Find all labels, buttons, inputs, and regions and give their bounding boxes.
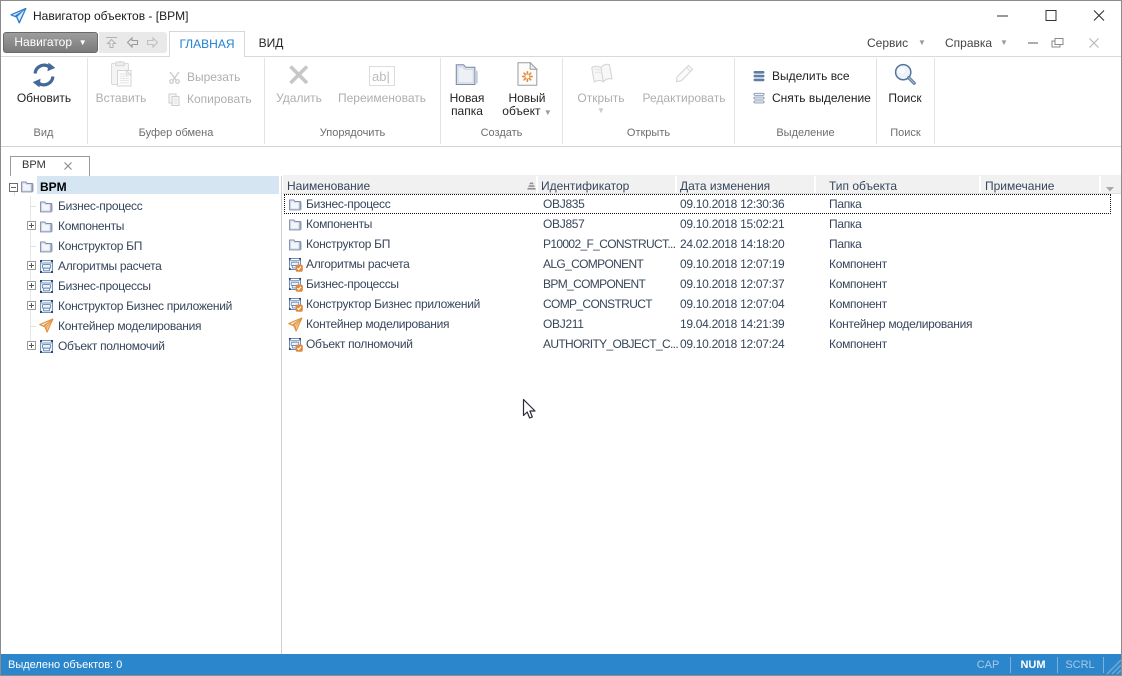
svg-text:ab|: ab| [372, 69, 390, 84]
